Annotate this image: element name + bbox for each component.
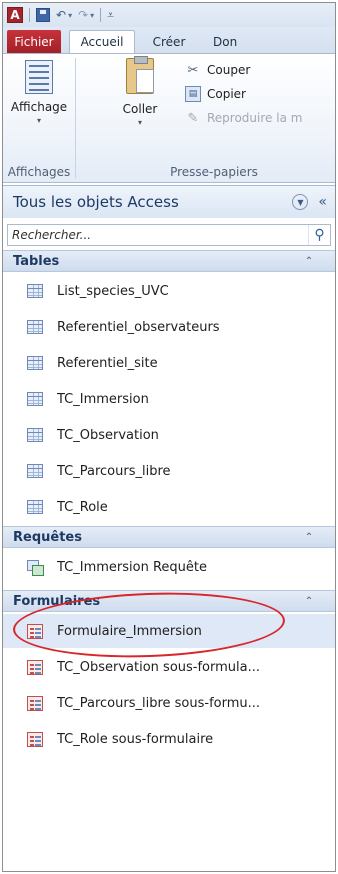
access-logo-icon[interactable]: A — [7, 7, 23, 23]
query-icon — [27, 559, 44, 576]
table-icon — [27, 356, 43, 370]
reproduire-label: Reproduire la m — [207, 111, 303, 125]
couper-button[interactable]: ✂ Couper — [185, 60, 251, 80]
collapse-icon[interactable]: ⌃ — [299, 596, 319, 607]
table-icon — [27, 500, 43, 514]
item-label: TC_Role sous-formulaire — [57, 731, 214, 747]
nav-pane-title: Tous les objets Access — [13, 193, 179, 211]
affichage-label: Affichage — [10, 100, 68, 114]
list-item[interactable]: TC_Immersion Requête — [3, 550, 335, 584]
coller-button[interactable]: Coller ▾ — [113, 56, 167, 127]
customize-qat-icon: ⩡ — [107, 7, 114, 22]
list-item[interactable]: Referentiel_observateurs — [3, 310, 335, 344]
form-icon — [27, 659, 43, 675]
chevron-down-icon: ▾ — [137, 118, 142, 127]
list-item[interactable]: Referentiel_site — [3, 346, 335, 380]
section-title: Requêtes — [13, 529, 82, 545]
list-item[interactable]: TC_Parcours_libre sous-formu... — [3, 686, 335, 720]
copier-button[interactable]: ▤ Copier — [185, 84, 246, 104]
item-label: TC_Observation sous-formula... — [57, 659, 261, 675]
form-icon — [27, 695, 43, 711]
list-item[interactable]: Formulaire_Immersion — [3, 614, 335, 648]
redo-button[interactable]: ↷ ▾ — [78, 8, 94, 22]
toolbar-divider — [100, 8, 102, 22]
item-label: TC_Parcours_libre sous-formu... — [57, 695, 261, 711]
section-requetes[interactable]: Requêtes ⌃ — [3, 526, 335, 548]
couper-label: Couper — [207, 63, 251, 77]
group-divider — [75, 58, 76, 178]
table-icon — [27, 464, 43, 478]
affichage-button[interactable]: Affichage ▾ — [9, 60, 69, 125]
tab-creer[interactable]: Créer — [141, 30, 197, 53]
section-title: Tables — [13, 253, 60, 269]
collapse-icon[interactable]: ⌃ — [299, 532, 319, 543]
navigation-pane: Tous les objets Access ▼ « ⚲ Tables ⌃ Li… — [3, 185, 335, 871]
chevron-down-icon: ▾ — [36, 116, 41, 125]
item-label: TC_Observation — [57, 427, 159, 443]
shutter-collapse-icon[interactable]: « — [318, 194, 327, 210]
paste-icon — [126, 56, 154, 94]
toolbar-divider — [29, 8, 30, 22]
item-label: Referentiel_site — [57, 355, 158, 371]
chevron-down-icon: ▾ — [90, 10, 95, 20]
section-tables[interactable]: Tables ⌃ — [3, 250, 335, 272]
undo-icon: ↶ — [56, 8, 67, 22]
list-item[interactable]: TC_Immersion — [3, 382, 335, 416]
list-item[interactable]: TC_Role — [3, 490, 335, 524]
list-item[interactable]: TC_Observation — [3, 418, 335, 452]
reproduire-button[interactable]: ✎ Reproduire la m — [185, 108, 303, 128]
group-label-affichages: Affichages — [7, 165, 71, 179]
redo-icon: ↷ — [78, 8, 89, 22]
table-icon — [27, 320, 43, 334]
list-item[interactable]: TC_Parcours_libre — [3, 454, 335, 488]
item-label: List_species_UVC — [57, 283, 169, 299]
table-icon — [27, 392, 43, 406]
nav-pane-header[interactable]: Tous les objets Access ▼ « — [3, 186, 335, 218]
view-icon — [25, 60, 53, 94]
tab-fichier[interactable]: Fichier — [7, 30, 61, 53]
customize-qat-button[interactable]: ⩡ — [107, 8, 114, 23]
section-formulaires[interactable]: Formulaires ⌃ — [3, 590, 335, 612]
tab-accueil[interactable]: Accueil — [69, 30, 135, 53]
list-item[interactable]: TC_Role sous-formulaire — [3, 722, 335, 756]
copier-label: Copier — [207, 87, 246, 101]
tab-donnees[interactable]: Don — [207, 30, 267, 53]
ribbon-tabs: Fichier Accueil Créer Don — [3, 27, 335, 53]
save-icon — [36, 8, 50, 22]
search-input[interactable] — [8, 225, 308, 245]
copy-icon: ▤ — [185, 86, 201, 102]
section-title: Formulaires — [13, 593, 101, 609]
access-window: A ↶ ▾ ↷ ▾ ⩡ Fichier Accueil Créer Don Affi… — [2, 2, 336, 872]
form-icon — [27, 731, 43, 747]
chevron-down-icon: ▾ — [68, 10, 73, 20]
list-item[interactable]: List_species_UVC — [3, 274, 335, 308]
list-item[interactable]: TC_Observation sous-formula... — [3, 650, 335, 684]
item-label: TC_Immersion Requête — [57, 559, 208, 575]
search-box: ⚲ — [7, 224, 331, 246]
ribbon: Affichage ▾ Affichages Coller ▾ ✂ Couper… — [3, 53, 335, 183]
quick-access-toolbar: A ↶ ▾ ↷ ▾ ⩡ — [3, 3, 335, 27]
coller-label: Coller — [122, 102, 158, 116]
table-icon — [27, 284, 43, 298]
item-label: Formulaire_Immersion — [57, 623, 202, 639]
chevron-down-icon[interactable]: ▼ — [292, 194, 309, 210]
collapse-icon[interactable]: ⌃ — [299, 256, 319, 267]
item-label: Referentiel_observateurs — [57, 319, 220, 335]
item-label: TC_Immersion — [57, 391, 149, 407]
group-label-presse-papiers: Presse-papiers — [170, 165, 258, 179]
table-icon — [27, 428, 43, 442]
format-painter-icon: ✎ — [187, 110, 199, 126]
search-icon[interactable]: ⚲ — [308, 225, 330, 245]
undo-button[interactable]: ↶ ▾ — [56, 8, 72, 22]
item-label: TC_Role — [57, 499, 108, 515]
scissors-icon: ✂ — [187, 62, 199, 78]
save-button[interactable] — [36, 8, 50, 22]
form-icon — [27, 623, 43, 639]
item-label: TC_Parcours_libre — [57, 463, 171, 479]
